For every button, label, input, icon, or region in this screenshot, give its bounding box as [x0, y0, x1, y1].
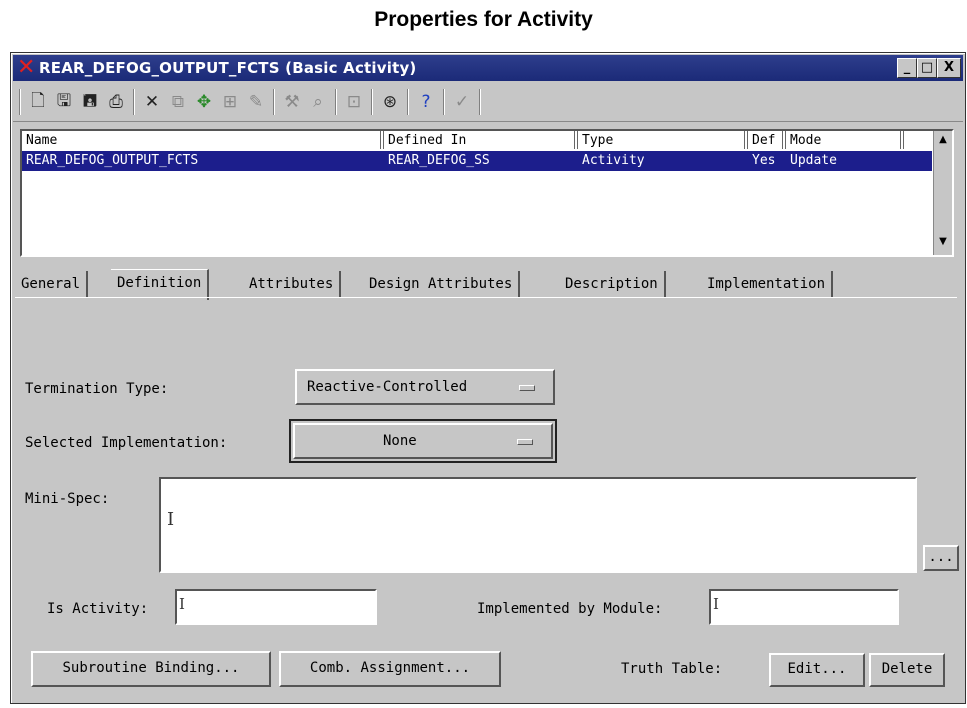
list-scrollbar[interactable]: ▲ ▼	[933, 131, 952, 255]
copy-icon[interactable]: ⧉	[167, 91, 189, 113]
row-def: Yes	[752, 153, 776, 168]
truth-table-delete-button[interactable]: Delete	[869, 653, 945, 687]
column-defined-in[interactable]: Defined In	[388, 133, 466, 148]
mini-spec-expand-button[interactable]: ...	[923, 545, 959, 571]
help-icon[interactable]: ?	[415, 91, 437, 113]
selected-implementation-value: None	[383, 433, 417, 449]
implemented-by-module-label: Implemented by Module:	[477, 601, 663, 617]
mini-spec-textarea[interactable]: I	[159, 477, 917, 573]
text-cursor-icon: I	[167, 509, 175, 530]
app-x-icon: ✕	[17, 55, 36, 80]
minimize-button[interactable]: _	[897, 58, 917, 78]
mini-spec-label: Mini-Spec:	[25, 491, 110, 507]
selected-implementation-select[interactable]: None	[293, 423, 553, 459]
tab-attributes[interactable]: Attributes	[243, 271, 342, 297]
field-cursor-icon: I	[713, 595, 719, 613]
column-type[interactable]: Type	[582, 133, 613, 148]
edit-icon[interactable]: ✎	[245, 91, 267, 113]
row-type: Activity	[582, 153, 645, 168]
comb-assignment-button[interactable]: Comb. Assignment...	[279, 651, 501, 687]
tools-icon[interactable]: ⚒	[281, 91, 303, 113]
list-header: Name Defined In Type Def Mode	[22, 131, 932, 151]
tab-general[interactable]: General	[15, 271, 89, 297]
check-icon[interactable]: ✓	[451, 91, 473, 113]
tab-design-attributes[interactable]: Design Attributes	[363, 271, 521, 297]
tab-description[interactable]: Description	[559, 271, 666, 297]
scroll-up-icon[interactable]: ▲	[936, 133, 950, 147]
termination-type-select[interactable]: Reactive-Controlled	[295, 369, 555, 405]
tab-definition[interactable]: Definition	[111, 269, 210, 300]
tab-bar: General Definition Attributes Design Att…	[15, 269, 960, 300]
close-button[interactable]: X	[937, 58, 961, 78]
scroll-down-icon[interactable]: ▼	[936, 235, 950, 249]
column-def[interactable]: Def	[752, 133, 775, 148]
browse-icon[interactable]: ⊡	[343, 91, 365, 113]
truth-table-label: Truth Table:	[621, 661, 723, 677]
truth-table-edit-button[interactable]: Edit...	[769, 653, 865, 687]
duplicate-icon[interactable]: ⊞	[219, 91, 241, 113]
implementation-focus-ring: None	[289, 419, 557, 463]
save-icon[interactable]: 🖫	[53, 91, 75, 113]
row-mode: Update	[790, 153, 837, 168]
save-all-icon[interactable]: 🖪	[79, 91, 101, 113]
find-icon[interactable]: ⌕	[307, 91, 329, 113]
tab-implementation[interactable]: Implementation	[701, 271, 834, 297]
window-title: REAR_DEFOG_OUTPUT_FCTS (Basic Activity)	[39, 59, 417, 77]
dialog-caption: Properties for Activity	[374, 8, 593, 31]
paste-icon[interactable]: ✥	[193, 91, 215, 113]
option-menu-icon	[519, 385, 535, 391]
binoculars-icon[interactable]: ⊛	[379, 91, 401, 113]
row-defined-in: REAR_DEFOG_SS	[388, 153, 490, 168]
field-cursor-icon: I	[179, 595, 185, 613]
list-row-selected[interactable]: REAR_DEFOG_OUTPUT_FCTS REAR_DEFOG_SS Act…	[22, 151, 932, 171]
title-bar[interactable]: ✕ REAR_DEFOG_OUTPUT_FCTS (Basic Activity…	[13, 55, 963, 81]
maximize-button[interactable]: □	[917, 58, 937, 78]
column-name[interactable]: Name	[26, 133, 57, 148]
cut-icon[interactable]: ✕	[141, 91, 163, 113]
print-icon[interactable]: ⎙	[105, 91, 127, 113]
properties-window: ✕ REAR_DEFOG_OUTPUT_FCTS (Basic Activity…	[10, 52, 966, 704]
implemented-by-module-field[interactable]: I	[709, 589, 899, 625]
option-menu-icon	[517, 439, 533, 445]
new-icon[interactable]: 🗋	[27, 91, 49, 113]
termination-type-label: Termination Type:	[25, 381, 169, 397]
row-name: REAR_DEFOG_OUTPUT_FCTS	[26, 153, 199, 168]
selected-implementation-label: Selected Implementation:	[25, 435, 228, 451]
toolbar: 🗋 🖫 🖪 ⎙ ✕ ⧉ ✥ ⊞ ✎ ⚒ ⌕ ⊡ ⊛ ? ✓	[13, 83, 963, 122]
is-activity-field[interactable]: I	[175, 589, 377, 625]
is-activity-label: Is Activity:	[47, 601, 149, 617]
subroutine-binding-button[interactable]: Subroutine Binding...	[31, 651, 271, 687]
column-mode[interactable]: Mode	[790, 133, 821, 148]
element-list[interactable]: Name Defined In Type Def Mode REAR_DEFOG…	[20, 129, 954, 257]
termination-type-value: Reactive-Controlled	[307, 379, 468, 395]
